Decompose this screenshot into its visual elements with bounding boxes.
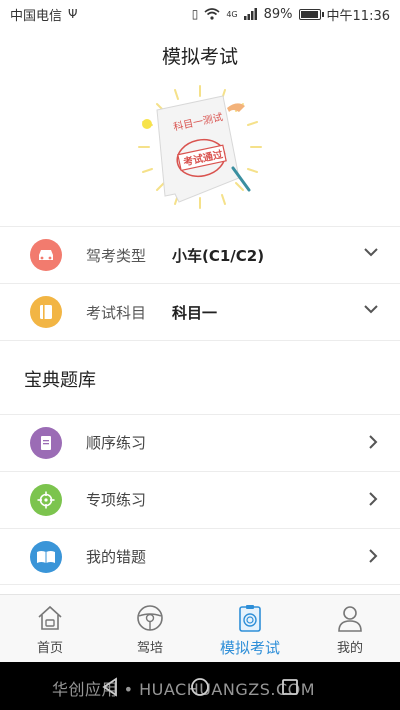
watermark: 华创应用 • HUACHUANGZS.COM (52, 680, 316, 699)
chevron-down-icon (364, 305, 378, 314)
nav-profile-label: 我的 (336, 641, 363, 656)
network-type-label: 4G (226, 9, 238, 19)
question-bank-heading: 宝典题库 (24, 370, 96, 391)
sequential-practice-label: 顺序练习 (86, 434, 147, 452)
topic-practice-item[interactable]: 专项练习 (0, 471, 400, 527)
battery-icon (298, 8, 324, 20)
exam-passed-illustration: 科目一测试 考试通过 (138, 85, 262, 209)
vibrate-icon: ▯ (191, 7, 199, 21)
home-icon (38, 605, 62, 630)
nav-profile[interactable]: 我的 (300, 595, 400, 662)
battery-level-fill (300, 10, 319, 18)
carrier-label: 中国电信 (10, 8, 63, 24)
my-mistakes-label: 我的错题 (86, 548, 147, 566)
chevron-down-icon (364, 248, 378, 257)
my-mistakes-item[interactable]: 我的错题 (0, 528, 400, 584)
nav-training[interactable]: 驾培 (100, 595, 200, 662)
user-icon (338, 606, 362, 632)
license-type-selector[interactable]: 驾考类型 小车(C1/C2) (0, 226, 400, 283)
nav-mock-exam[interactable]: 模拟考试 (200, 595, 300, 662)
usb-icon: Ψ (68, 7, 78, 21)
exam-subject-selector[interactable]: 考试科目 科目一 (0, 283, 400, 340)
status-bar: 中国电信 Ψ ▯ 4G 89% 中午11:36 (0, 0, 400, 28)
target-icon (30, 483, 62, 516)
battery-percent: 89% (263, 6, 293, 22)
document-icon (30, 426, 62, 459)
chevron-right-icon (369, 492, 378, 506)
page-title: 模拟考试 (161, 46, 238, 68)
book-icon (30, 296, 62, 328)
clock-label: 中午11:36 (326, 8, 390, 24)
license-type-label: 驾考类型 (86, 246, 147, 265)
section-divider (0, 340, 400, 341)
chevron-right-icon (369, 549, 378, 563)
exam-subject-label: 考试科目 (86, 303, 147, 322)
nav-home-label: 首页 (36, 641, 63, 656)
signal-icon (243, 8, 257, 20)
car-icon (30, 239, 62, 271)
list-bottom-divider (0, 584, 400, 585)
topic-practice-label: 专项练习 (86, 491, 147, 509)
license-type-value: 小车(C1/C2) (172, 246, 265, 265)
exam-subject-value: 科目一 (172, 303, 218, 322)
steering-wheel-icon (137, 605, 163, 631)
wifi-icon (204, 8, 220, 20)
nav-home[interactable]: 首页 (0, 595, 100, 662)
sequential-practice-item[interactable]: 顺序练习 (0, 414, 400, 470)
nav-training-label: 驾培 (136, 641, 163, 656)
nav-mock-exam-label: 模拟考试 (219, 639, 280, 657)
exam-badge-icon (239, 605, 261, 632)
open-book-icon (30, 540, 62, 573)
chevron-right-icon (369, 435, 378, 449)
bottom-navigation: 首页 驾培 模拟考试 我的 (0, 594, 400, 662)
